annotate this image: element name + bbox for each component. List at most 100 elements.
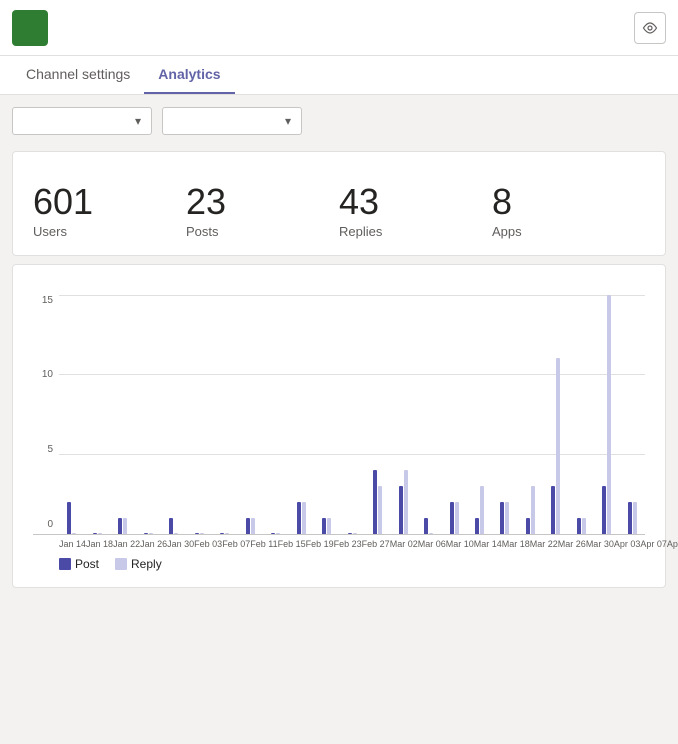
bar-post-18 (526, 518, 530, 534)
bar-reply-8 (276, 533, 280, 534)
bar-reply-2 (123, 518, 127, 534)
x-label-3: Jan 26 (140, 539, 167, 549)
x-label-11: Feb 27 (362, 539, 390, 549)
bar-reply-22 (633, 502, 637, 534)
bar-post-10 (322, 518, 326, 534)
bar-post-11 (348, 533, 352, 534)
bar-reply-4 (174, 533, 178, 534)
x-label-10: Feb 23 (334, 539, 362, 549)
bar-group-16 (467, 295, 492, 534)
header (0, 0, 678, 56)
chart-container: 0 5 10 15 Jan 14Jan 18Jan 22Jan 26Jan 30… (33, 295, 645, 571)
bar-reply-7 (251, 518, 255, 534)
stat-apps: 8 Apps (492, 182, 645, 239)
x-label-6: Feb 07 (222, 539, 250, 549)
bar-group-6 (212, 295, 237, 534)
x-label-4: Jan 30 (167, 539, 194, 549)
bar-post-13 (399, 486, 403, 534)
bar-post-20 (577, 518, 581, 534)
y-label-15: 15 (33, 295, 55, 306)
x-label-13: Mar 06 (418, 539, 446, 549)
x-label-19: Mar 30 (586, 539, 614, 549)
bar-post-8 (271, 533, 275, 534)
tabs-bar: Channel settings Analytics (0, 56, 678, 95)
bar-reply-11 (353, 533, 357, 534)
chart-area: 0 5 10 15 (33, 295, 645, 535)
y-label-0: 0 (33, 519, 55, 530)
x-axis: Jan 14Jan 18Jan 22Jan 26Jan 30Feb 03Feb … (59, 539, 645, 549)
bar-post-21 (602, 486, 606, 534)
x-label-0: Jan 14 (59, 539, 86, 549)
legend-reply-label: Reply (131, 557, 162, 571)
bar-reply-10 (327, 518, 331, 534)
bar-reply-13 (404, 470, 408, 534)
bar-group-13 (390, 295, 415, 534)
tab-channel-settings[interactable]: Channel settings (12, 56, 144, 94)
bar-post-14 (424, 518, 428, 534)
chart-legend: Post Reply (59, 557, 645, 571)
bar-reply-9 (302, 502, 306, 534)
bar-post-17 (500, 502, 504, 534)
legend-post-swatch (59, 558, 71, 570)
legend-reply-swatch (115, 558, 127, 570)
bar-reply-17 (505, 502, 509, 534)
legend-post-label: Post (75, 557, 99, 571)
period-dropdown[interactable]: ▾ (162, 107, 302, 135)
bar-reply-21 (607, 295, 611, 534)
bar-reply-14 (429, 533, 433, 534)
team-avatar (12, 10, 48, 46)
bar-post-12 (373, 470, 377, 534)
bar-reply-18 (531, 486, 535, 534)
stat-replies-number: 43 (339, 182, 492, 222)
legend-reply: Reply (115, 557, 162, 571)
x-label-9: Feb 19 (306, 539, 334, 549)
bar-group-17 (492, 295, 517, 534)
bar-post-15 (450, 502, 454, 534)
stat-replies: 43 Replies (339, 182, 492, 239)
bar-post-4 (169, 518, 173, 534)
x-label-5: Feb 03 (194, 539, 222, 549)
bars-row (59, 295, 645, 534)
bar-post-3 (144, 533, 148, 534)
bar-group-4 (161, 295, 186, 534)
bar-group-3 (135, 295, 160, 534)
filters-bar: ▾ ▾ (0, 95, 678, 143)
bar-group-9 (288, 295, 313, 534)
stat-users-label: Users (33, 224, 186, 239)
bar-reply-20 (582, 518, 586, 534)
report-dropdown-chevron: ▾ (135, 114, 141, 128)
bar-post-2 (118, 518, 122, 534)
y-label-10: 10 (33, 369, 55, 380)
bar-group-11 (339, 295, 364, 534)
stat-apps-number: 8 (492, 182, 645, 222)
bar-reply-19 (556, 358, 560, 533)
x-label-1: Jan 18 (86, 539, 113, 549)
messages-chart-card: 0 5 10 15 Jan 14Jan 18Jan 22Jan 26Jan 30… (12, 264, 666, 588)
stat-posts-number: 23 (186, 182, 339, 222)
x-label-2: Jan 22 (113, 539, 140, 549)
bar-group-12 (365, 295, 390, 534)
bar-reply-15 (455, 502, 459, 534)
report-dropdown[interactable]: ▾ (12, 107, 152, 135)
y-label-5: 5 (33, 444, 55, 455)
x-label-21: Apr 07 (640, 539, 667, 549)
y-axis: 0 5 10 15 (33, 295, 55, 534)
tab-analytics[interactable]: Analytics (144, 56, 234, 94)
bar-group-7 (237, 295, 262, 534)
bar-group-2 (110, 295, 135, 534)
period-dropdown-chevron: ▾ (285, 114, 291, 128)
stat-users: 601 Users (33, 182, 186, 239)
bar-post-19 (551, 486, 555, 534)
eye-icon[interactable] (634, 12, 666, 44)
stat-apps-label: Apps (492, 224, 645, 239)
bar-group-0 (59, 295, 84, 534)
bar-post-1 (93, 533, 97, 534)
bar-reply-5 (200, 533, 204, 534)
bar-post-22 (628, 502, 632, 534)
bar-post-7 (246, 518, 250, 534)
bar-reply-0 (72, 533, 76, 534)
x-label-17: Mar 22 (530, 539, 558, 549)
stat-posts-label: Posts (186, 224, 339, 239)
bar-group-10 (314, 295, 339, 534)
x-label-20: Apr 03 (614, 539, 641, 549)
